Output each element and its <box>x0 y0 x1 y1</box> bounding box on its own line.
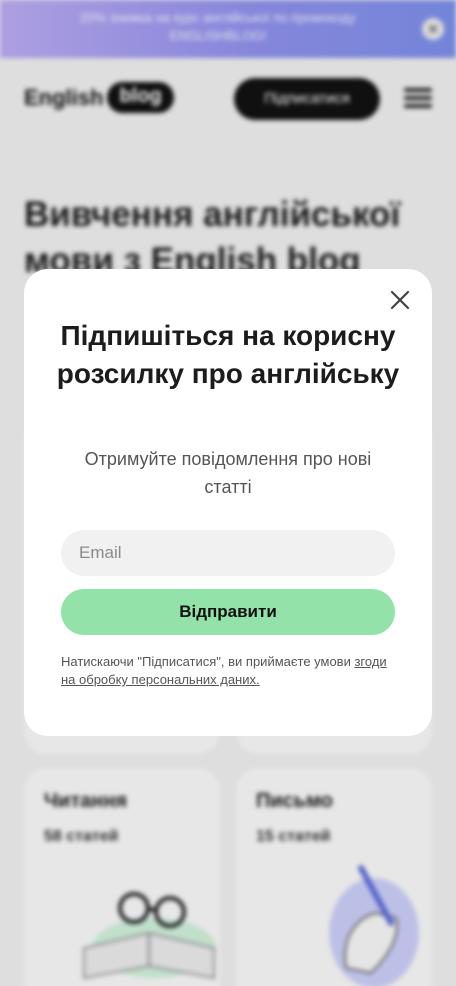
subscribe-modal: Підпишіться на корисну розсилку про англ… <box>24 269 432 736</box>
legal-notice: Натискаючи "Підписатися", ви приймаєте у… <box>61 653 401 689</box>
email-field[interactable] <box>61 530 395 576</box>
modal-title: Підпишіться на корисну розсилку про англ… <box>56 320 400 389</box>
modal-subtitle: Отримуйте повідомлення про нові статті <box>84 449 372 497</box>
submit-button[interactable]: Відправити <box>61 589 395 635</box>
legal-text: Натискаючи "Підписатися", ви приймаєте у… <box>61 654 355 669</box>
close-icon[interactable] <box>388 288 412 312</box>
